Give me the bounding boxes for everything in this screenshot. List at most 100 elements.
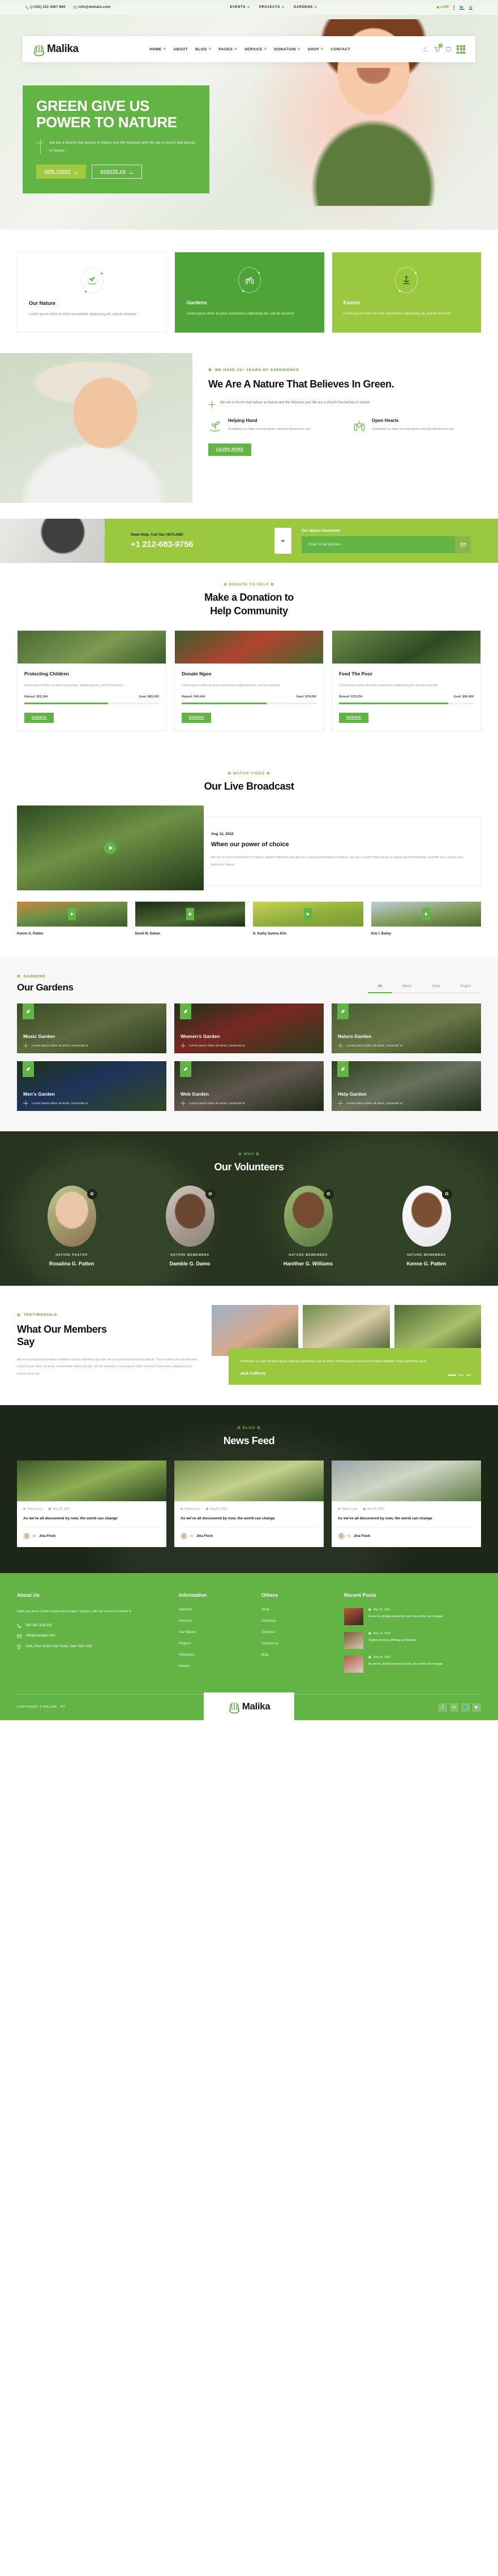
play-icon[interactable] bbox=[186, 908, 194, 921]
donate-button[interactable]: DONATE bbox=[339, 713, 369, 723]
nav-item-service[interactable]: SERVICE ✿ bbox=[244, 48, 267, 51]
testimonial-pagination[interactable] bbox=[448, 1375, 471, 1376]
donation-card[interactable]: Donate Ngos Lorem ipsum dolor sit amet c… bbox=[174, 630, 324, 732]
play-icon[interactable] bbox=[104, 842, 117, 855]
broadcast-thumb[interactable]: Kenne G. Patten bbox=[17, 902, 127, 936]
heart-icon[interactable] bbox=[445, 46, 452, 53]
nav-item-about[interactable]: ABOUT bbox=[173, 48, 188, 51]
volunteer-card[interactable]: ✿ NATURE PASTOR Rosalina G. Patten bbox=[17, 1185, 126, 1267]
recent-post-thumb bbox=[344, 1631, 363, 1649]
nav-item-pages[interactable]: PAGES ✿ bbox=[219, 48, 237, 51]
play-icon[interactable] bbox=[304, 908, 312, 921]
footer-link-donation[interactable]: Donation bbox=[261, 1631, 335, 1634]
youtube-icon[interactable]: ▶ bbox=[473, 1703, 481, 1712]
topbar-right: LIVE f 🐦 ◎ bbox=[436, 5, 473, 10]
footer-link-checkout[interactable]: Checkout bbox=[261, 1619, 335, 1623]
topbar-link-events[interactable]: EVENTS ✿ bbox=[230, 6, 250, 9]
join-today-button[interactable]: JOIN TODAY → bbox=[36, 165, 87, 179]
cart-icon[interactable]: 0 bbox=[433, 44, 443, 53]
garden-card[interactable]: Women's Garden Lorem ipsum dolor sit ame… bbox=[174, 1003, 324, 1054]
broadcast-thumb[interactable]: Kim I. Bailey bbox=[371, 902, 481, 936]
footer-logo[interactable]: Malika bbox=[204, 1692, 294, 1721]
flower-bullet-icon: ✿ bbox=[17, 975, 21, 979]
footer-link-shop[interactable]: Shop bbox=[261, 1608, 335, 1612]
flower-bullet-icon: ✿ bbox=[227, 772, 231, 776]
grid-menu-icon[interactable] bbox=[457, 45, 465, 54]
blog-card[interactable]: ✿ Nature Love ▤ May 20, 2022 As we've all … bbox=[332, 1460, 481, 1547]
about-columns: Helping Hand Vestibulum ac diam sit amet… bbox=[208, 418, 481, 433]
pagination-dot[interactable] bbox=[459, 1375, 463, 1376]
nav-item-contact[interactable]: CONTACT bbox=[331, 48, 351, 51]
footer-others-title: Others bbox=[261, 1592, 278, 1598]
about-title: We Are A Nature That Believes In Green. bbox=[208, 378, 394, 390]
volunteer-card[interactable]: ✿ NATURE MEMEMBER Damble G. Damo bbox=[135, 1185, 244, 1267]
garden-card[interactable]: Web Garden Lorem ipsum dolor sit amet, c… bbox=[174, 1061, 324, 1112]
footer-link-blog[interactable]: Blog bbox=[261, 1653, 335, 1657]
footer-link-contact-us[interactable]: Contact Us bbox=[261, 1642, 335, 1645]
garden-card[interactable]: Nature Garden Lorem ipsum dolor sit amet… bbox=[332, 1003, 481, 1054]
newsletter-submit-button[interactable] bbox=[455, 536, 471, 553]
footer-link-projects[interactable]: Projects bbox=[179, 1642, 252, 1645]
recent-post-item[interactable]: ▤ May 20, 2022 Testimony love offering so… bbox=[344, 1631, 481, 1649]
tab-all[interactable]: All bbox=[367, 985, 393, 994]
tab-choir[interactable]: Choir bbox=[421, 985, 450, 994]
volunteer-card[interactable]: ✿ NATURE MEMEMBER Hanither G. Williams bbox=[254, 1185, 363, 1267]
feature-card-gardens[interactable]: Gardens Lorem ipsum dolor sit amet conse… bbox=[175, 252, 324, 333]
facebook-icon[interactable]: f bbox=[453, 6, 454, 10]
feature-card-our-nature[interactable]: Our Nature Lorem ipsum dolor sit amet co… bbox=[17, 252, 168, 333]
footer-link-events[interactable]: Events bbox=[179, 1665, 252, 1668]
footer-link-services[interactable]: Services bbox=[179, 1619, 252, 1623]
donation-card[interactable]: Protecting Children Lorem ipsum dolor si… bbox=[17, 630, 166, 732]
pagination-dot[interactable] bbox=[466, 1375, 471, 1376]
plus-icon bbox=[338, 1101, 343, 1106]
footer-phone[interactable]: 987-987-930-302 bbox=[17, 1623, 170, 1628]
footer-link-our-nature[interactable]: Our Nature bbox=[179, 1631, 252, 1634]
recent-post-item[interactable]: ▤ May 20, 2022 As we've all discovered by… bbox=[344, 1655, 481, 1673]
nav-item-donation[interactable]: DONATION ✿ bbox=[274, 48, 300, 51]
live-badge[interactable]: LIVE bbox=[436, 6, 449, 9]
hotline-number[interactable]: +1 212-683-9756 bbox=[131, 540, 274, 549]
recent-post-item[interactable]: ▤ May 20, 2022 As we've all discovered by… bbox=[344, 1608, 481, 1625]
instagram-icon[interactable]: ◎ bbox=[469, 5, 473, 10]
garden-card[interactable]: Music Garden Lorem ipsum dolor sit amet,… bbox=[17, 1003, 166, 1054]
play-icon[interactable] bbox=[422, 908, 430, 921]
footer-link-gardens[interactable]: Gardens bbox=[179, 1608, 252, 1612]
linkedin-icon[interactable]: in bbox=[450, 1703, 458, 1712]
broadcast-thumb[interactable]: David M. Dahan bbox=[135, 902, 245, 936]
nav-item-shop[interactable]: SHOP ✿ bbox=[308, 48, 324, 51]
footer-link-volunteers[interactable]: Volunteers bbox=[179, 1653, 252, 1657]
twitter-icon[interactable]: 🐦 bbox=[460, 5, 465, 10]
volunteer-name: Damble G. Damo bbox=[169, 1260, 211, 1267]
tab-project[interactable]: Project bbox=[450, 985, 481, 994]
donation-card[interactable]: Feed The Poor Lorem ipsum dolor sit amet… bbox=[332, 630, 481, 732]
garden-card[interactable]: Help Garden Lorem ipsum dolor sit amet, … bbox=[332, 1061, 481, 1112]
volunteer-card[interactable]: ✿ NATURE MEMEMBER Kenne G. Patten bbox=[372, 1185, 481, 1267]
topbar-email[interactable]: info@domain.com bbox=[73, 6, 111, 9]
broadcast-desc: We are a church that belives in Nature a… bbox=[211, 856, 463, 867]
garden-card[interactable]: Men's Garden Lorem ipsum dolor sit amet,… bbox=[17, 1061, 166, 1112]
blog-by-label: By bbox=[347, 1534, 351, 1538]
hand-plant-icon[interactable] bbox=[422, 46, 428, 53]
broadcast-video[interactable] bbox=[17, 805, 204, 891]
donate-button[interactable]: DONATE bbox=[24, 713, 54, 723]
site-logo[interactable]: Malika bbox=[33, 42, 79, 57]
play-icon[interactable] bbox=[68, 908, 76, 921]
broadcast-thumb[interactable]: D. Kathy Santos Kito bbox=[253, 902, 363, 936]
newsletter-email-input[interactable] bbox=[302, 536, 455, 553]
blog-card[interactable]: ✿ Nature Love ▤ May 20, 2022 As we've all … bbox=[17, 1460, 166, 1547]
nav-item-blog[interactable]: BLOG ✿ bbox=[195, 48, 211, 51]
twitter-icon[interactable]: 🐦 bbox=[461, 1703, 470, 1712]
donate-button[interactable]: DONATE bbox=[182, 713, 212, 723]
tab-music[interactable]: Music bbox=[392, 985, 422, 994]
footer-email[interactable]: info@example.com bbox=[17, 1634, 170, 1638]
feature-card-events[interactable]: Events Lorem ipsum dolor sit amet consec… bbox=[332, 252, 481, 333]
pagination-dot-active[interactable] bbox=[448, 1375, 456, 1376]
nav-item-home[interactable]: HOME ✿ bbox=[149, 48, 166, 51]
donate-us-button[interactable]: DONATE US → bbox=[92, 165, 142, 179]
facebook-icon[interactable]: f bbox=[439, 1703, 447, 1712]
learn-more-button[interactable]: LEARN MORE bbox=[208, 443, 252, 456]
topbar-link-gardens[interactable]: GARDENS ✿ bbox=[294, 6, 317, 9]
blog-card[interactable]: ✿ Nature Love ▤ May 20, 2022 As we've all … bbox=[174, 1460, 324, 1547]
topbar-link-projects[interactable]: PROJECTS ✿ bbox=[259, 6, 285, 9]
topbar-phone[interactable]: (+123) 123 4567 890 bbox=[25, 6, 66, 9]
